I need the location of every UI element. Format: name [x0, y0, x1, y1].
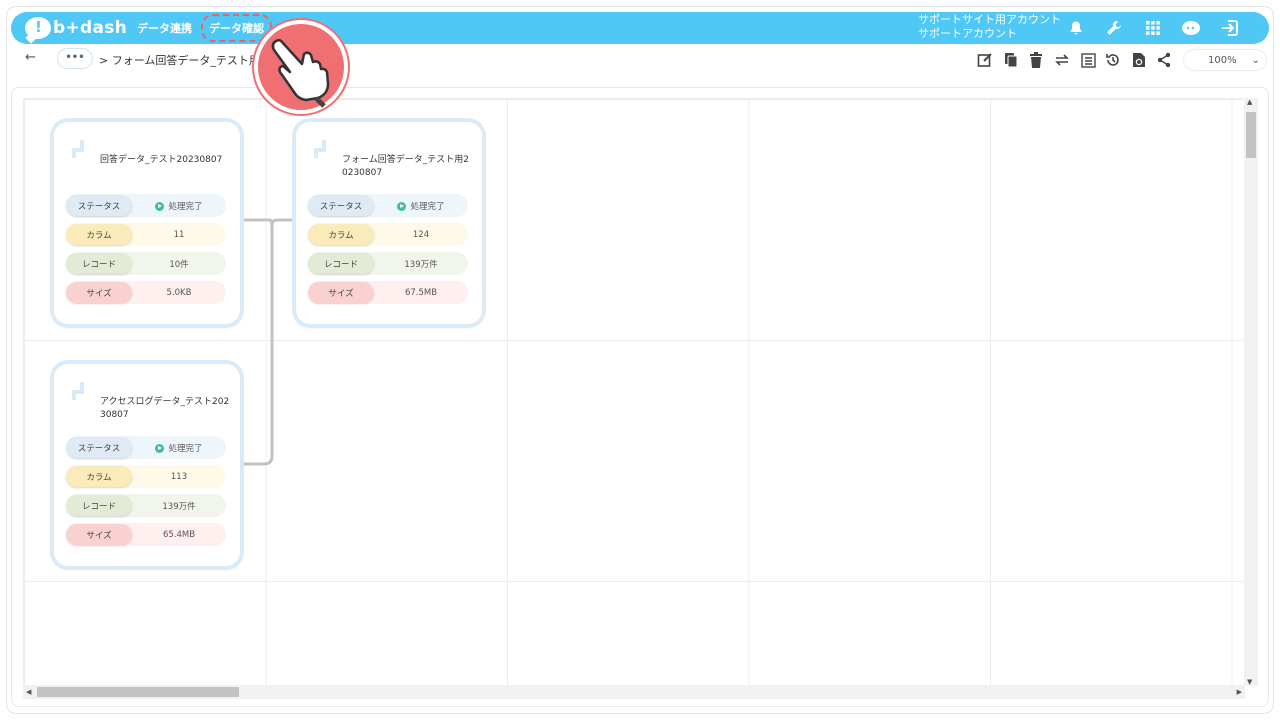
play-status-icon	[155, 201, 165, 211]
wrench-icon[interactable]	[1103, 17, 1125, 39]
size-value: 67.5MB	[404, 287, 438, 298]
refresh-file-icon[interactable]	[1129, 50, 1149, 70]
status-row: ステータス 処理完了	[308, 194, 468, 217]
scroll-down-icon[interactable]: ▼	[1247, 678, 1252, 686]
status-value: 処理完了	[132, 200, 226, 212]
zoom-value: 100%	[1208, 54, 1237, 66]
nav-data-integration[interactable]: データ連携	[137, 20, 192, 36]
data-card-answer[interactable]: 回答データ_テスト20230807 ステータス 処理完了 カラム 11 レコード 10…	[54, 122, 240, 324]
toolbar: ← ••• > フォーム回答データ_テスト用 100% ⌄	[11, 46, 1269, 74]
bell-icon[interactable]	[1065, 17, 1087, 39]
record-row: レコード 10件	[66, 252, 226, 275]
status-row: ステータス 処理完了	[66, 194, 226, 217]
record-label: レコード	[66, 253, 132, 274]
record-row: レコード 139万件	[66, 494, 226, 517]
status-label: ステータス	[66, 195, 132, 216]
size-label: サイズ	[66, 524, 132, 545]
size-label: サイズ	[66, 282, 132, 303]
help-chat-icon[interactable]	[1180, 17, 1202, 39]
logout-icon[interactable]	[1219, 17, 1241, 39]
breadcrumb-more-button[interactable]: •••	[57, 48, 93, 69]
size-row: サイズ 5.0KB	[66, 281, 226, 304]
record-value: 139万件	[162, 501, 196, 512]
back-arrow-icon[interactable]: ←	[25, 50, 36, 65]
size-label: サイズ	[308, 282, 374, 303]
horizontal-scrollbar[interactable]: ◀ ▶	[23, 685, 1245, 699]
copy-icon[interactable]	[1001, 50, 1021, 70]
record-label: レコード	[308, 253, 374, 274]
size-row: サイズ 65.4MB	[66, 523, 226, 546]
status-value: 処理完了	[132, 442, 226, 454]
apps-grid-icon[interactable]	[1142, 17, 1164, 39]
status-label: ステータス	[66, 437, 132, 458]
scroll-left-icon[interactable]: ◀	[26, 688, 31, 696]
file-corner-icon	[72, 382, 84, 400]
play-status-icon	[397, 201, 407, 211]
vertical-scroll-thumb[interactable]	[1246, 112, 1256, 158]
size-value: 65.4MB	[162, 529, 196, 540]
account-name[interactable]: サポートサイト用アカウント サポートアカウント	[918, 13, 1061, 41]
card-title: 回答データ_テスト20230807	[100, 155, 223, 165]
canvas[interactable]: 回答データ_テスト20230807 ステータス 処理完了 カラム 11 レコード 10…	[11, 87, 1269, 707]
status-value: 処理完了	[374, 200, 468, 212]
column-row: カラム 11	[66, 223, 226, 246]
size-value: 5.0KB	[166, 287, 192, 298]
column-label: カラム	[308, 224, 374, 245]
record-row: レコード 139万件	[308, 252, 468, 275]
column-value: 11	[173, 229, 185, 240]
column-value: 113	[170, 471, 188, 482]
logo-text: b+dash	[53, 18, 128, 38]
status-label: ステータス	[308, 195, 374, 216]
share-icon[interactable]	[1154, 50, 1174, 70]
data-card-access-log[interactable]: アクセスログデータ_テスト20230807 ステータス 処理完了 カラム 113 レ…	[54, 364, 240, 566]
logo-icon: !	[25, 17, 51, 39]
breadcrumb[interactable]: > フォーム回答データ_テスト用	[99, 52, 260, 68]
delete-icon[interactable]	[1026, 50, 1046, 70]
click-indicator-hand-icon	[254, 20, 348, 114]
record-label: レコード	[66, 495, 132, 516]
play-status-icon	[155, 443, 165, 453]
scroll-up-icon[interactable]: ▲	[1247, 98, 1252, 106]
file-corner-icon	[72, 140, 84, 158]
column-row: カラム 124	[308, 223, 468, 246]
logo[interactable]: ! b+dash	[25, 16, 127, 40]
column-row: カラム 113	[66, 465, 226, 488]
vertical-scrollbar[interactable]: ▲ ▼	[1244, 98, 1258, 686]
history-icon[interactable]	[1103, 50, 1123, 70]
file-corner-icon	[314, 140, 326, 158]
record-value: 139万件	[404, 259, 438, 270]
card-title: アクセスログデータ_テスト20230807	[100, 397, 230, 420]
scroll-right-icon[interactable]: ▶	[1237, 688, 1242, 696]
zoom-select[interactable]: 100% ⌄	[1183, 49, 1267, 71]
record-value: 10件	[169, 259, 189, 270]
size-row: サイズ 67.5MB	[308, 281, 468, 304]
column-label: カラム	[66, 466, 132, 487]
card-title: フォーム回答データ_テスト用20230807	[342, 155, 469, 178]
status-row: ステータス 処理完了	[66, 436, 226, 459]
list-view-icon[interactable]	[1078, 50, 1098, 70]
column-label: カラム	[66, 224, 132, 245]
chevron-down-icon: ⌄	[1251, 54, 1260, 66]
top-nav-bar: ! b+dash データ連携 データ確認 サポートサイト用アカウント サポートア…	[11, 12, 1269, 44]
column-value: 124	[412, 229, 430, 240]
edit-icon[interactable]	[975, 50, 995, 70]
data-card-form-answer[interactable]: フォーム回答データ_テスト用20230807 ステータス 処理完了 カラム 124 …	[296, 122, 482, 324]
horizontal-scroll-thumb[interactable]	[37, 687, 239, 697]
swap-icon[interactable]	[1052, 50, 1072, 70]
